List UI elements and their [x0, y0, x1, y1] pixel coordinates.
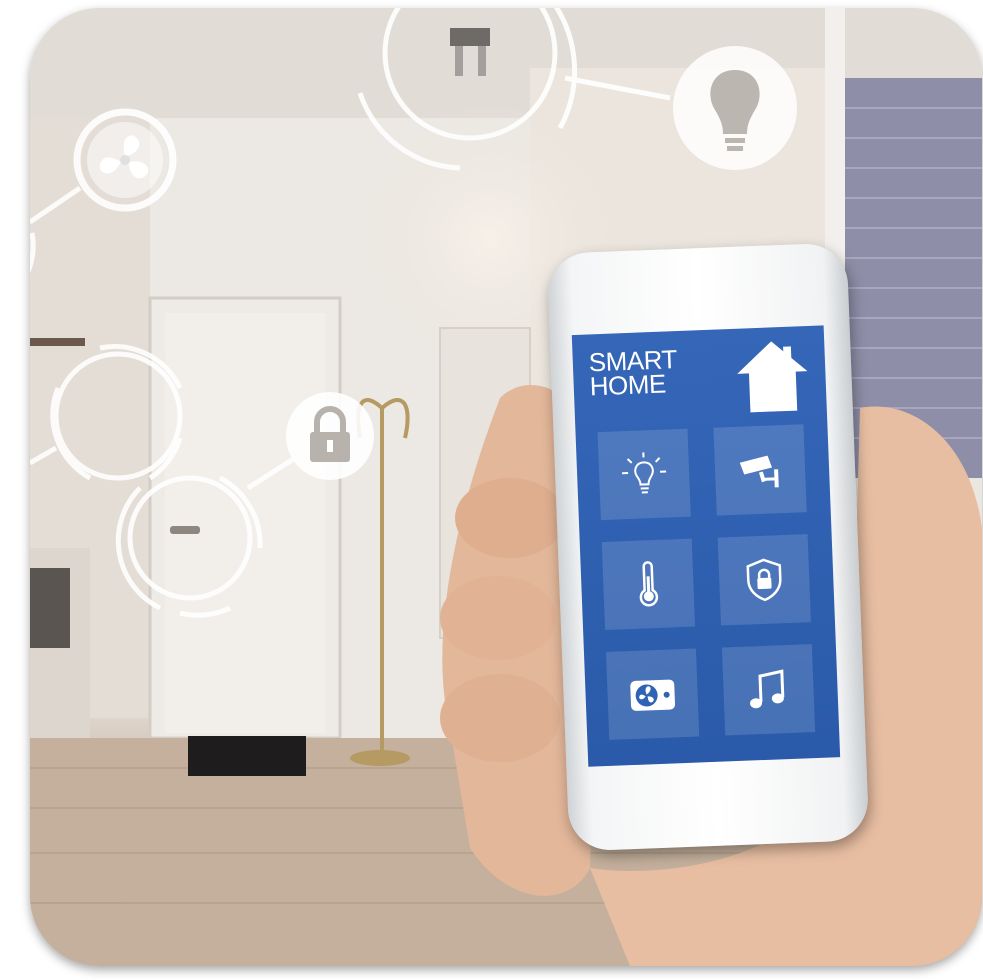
house-icon [737, 341, 808, 413]
tile-security[interactable] [717, 534, 811, 626]
app-title: SMART HOME [588, 344, 678, 402]
tile-camera[interactable] [713, 424, 807, 516]
shield-lock-icon [746, 558, 782, 602]
fan-icon [630, 679, 676, 711]
title-line-2: HOME [589, 368, 667, 402]
tile-lighting[interactable] [597, 428, 691, 521]
tile-music[interactable] [721, 644, 816, 736]
smartphone: SMART HOME [546, 242, 870, 852]
security-camera-icon [739, 455, 779, 488]
tile-climate[interactable] [605, 648, 700, 740]
photo-frame: SMART HOME [30, 8, 982, 966]
music-note-icon [750, 669, 785, 709]
app-screen: SMART HOME [571, 325, 841, 767]
thermometer-icon [639, 561, 659, 607]
light-bulb-icon [622, 452, 667, 494]
tile-temperature[interactable] [601, 538, 696, 631]
